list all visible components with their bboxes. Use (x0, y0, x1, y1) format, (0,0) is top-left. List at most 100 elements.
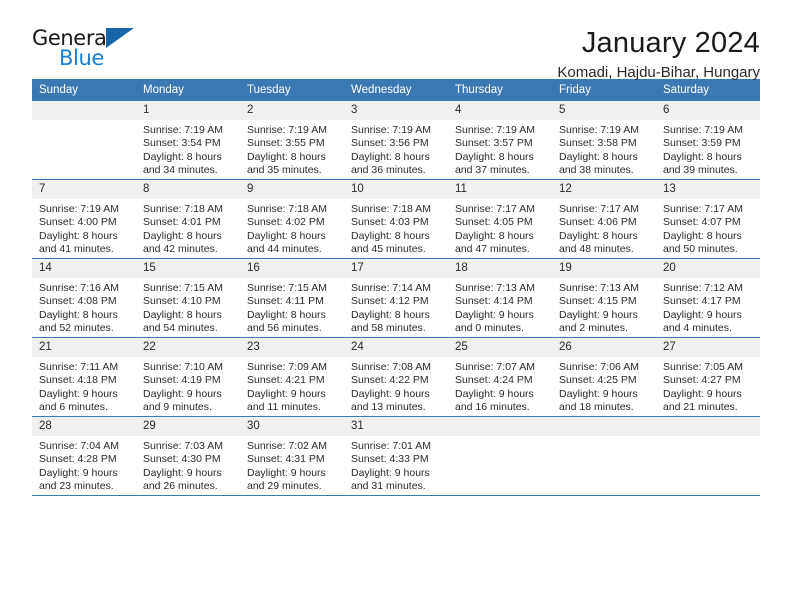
day-number: 18 (448, 259, 552, 278)
calendar-day-cell[interactable]: 17 Sunrise: 7:14 AM Sunset: 4:12 PM Dayligh… (344, 258, 448, 338)
day-details: Sunrise: 7:09 AM Sunset: 4:21 PM Daylight:… (240, 357, 344, 415)
sunset-text: Sunset: 4:18 PM (39, 374, 117, 387)
day-details: Sunrise: 7:19 AM Sunset: 3:57 PM Daylight:… (448, 120, 552, 178)
calendar-day-cell[interactable] (656, 416, 760, 496)
daylight-text-line1: Daylight: 8 hours (143, 308, 222, 321)
calendar-day-cell[interactable]: 24 Sunrise: 7:08 AM Sunset: 4:22 PM Dayligh… (344, 337, 448, 417)
sunset-text: Sunset: 4:00 PM (39, 216, 117, 229)
daylight-text-line2: and 35 minutes. (247, 164, 322, 177)
day-details: Sunrise: 7:08 AM Sunset: 4:22 PM Daylight:… (344, 357, 448, 415)
day-number: 22 (136, 338, 240, 357)
day-details: Sunrise: 7:15 AM Sunset: 4:10 PM Daylight:… (136, 278, 240, 336)
daylight-text-line2: and 26 minutes. (143, 480, 218, 493)
sunrise-text: Sunrise: 7:01 AM (351, 440, 431, 452)
sunrise-text: Sunrise: 7:14 AM (351, 282, 431, 294)
calendar-day-cell[interactable]: 2 Sunrise: 7:19 AM Sunset: 3:55 PM Daylight… (240, 101, 344, 180)
sunrise-text: Sunrise: 7:18 AM (143, 203, 223, 215)
daylight-text-line1: Daylight: 9 hours (559, 308, 638, 321)
day-details: Sunrise: 7:17 AM Sunset: 4:07 PM Daylight:… (656, 199, 760, 257)
calendar-day-cell[interactable]: 5 Sunrise: 7:19 AM Sunset: 3:58 PM Daylight… (552, 101, 656, 180)
calendar-day-cell[interactable] (552, 416, 656, 496)
day-details: Sunrise: 7:10 AM Sunset: 4:19 PM Daylight:… (136, 357, 240, 415)
day-number: 27 (656, 338, 760, 357)
daylight-text-line2: and 11 minutes. (247, 401, 321, 414)
calendar-day-cell[interactable]: 27 Sunrise: 7:05 AM Sunset: 4:27 PM Dayligh… (656, 337, 760, 417)
daylight-text-line1: Daylight: 8 hours (39, 229, 118, 242)
daylight-text-line1: Daylight: 9 hours (663, 387, 742, 400)
daylight-text-line1: Daylight: 8 hours (39, 308, 118, 321)
calendar-day-cell[interactable]: 26 Sunrise: 7:06 AM Sunset: 4:25 PM Dayligh… (552, 337, 656, 417)
sunrise-text: Sunrise: 7:19 AM (455, 124, 535, 136)
general-blue-logo[interactable]: General Blue (32, 26, 152, 72)
calendar-day-cell[interactable]: 21 Sunrise: 7:11 AM Sunset: 4:18 PM Dayligh… (32, 337, 136, 417)
calendar-day-cell[interactable]: 8 Sunrise: 7:18 AM Sunset: 4:01 PM Daylight… (136, 179, 240, 259)
sunset-text: Sunset: 4:15 PM (559, 295, 637, 308)
calendar-day-cell[interactable]: 15 Sunrise: 7:15 AM Sunset: 4:10 PM Dayligh… (136, 258, 240, 338)
calendar-day-cell[interactable]: 7 Sunrise: 7:19 AM Sunset: 4:00 PM Daylight… (32, 179, 136, 259)
day-number: 5 (552, 101, 656, 120)
weekday-header-sunday: Sunday (32, 79, 136, 101)
page-title: January 2024 (581, 27, 760, 59)
day-number: 28 (32, 417, 136, 436)
calendar-day-cell[interactable]: 20 Sunrise: 7:12 AM Sunset: 4:17 PM Dayligh… (656, 258, 760, 338)
daylight-text-line2: and 37 minutes. (455, 164, 530, 177)
day-number: 1 (136, 101, 240, 120)
sunrise-text: Sunrise: 7:04 AM (39, 440, 119, 452)
calendar-day-cell[interactable]: 10 Sunrise: 7:18 AM Sunset: 4:03 PM Dayligh… (344, 179, 448, 259)
sunset-text: Sunset: 3:55 PM (247, 137, 325, 150)
sunrise-text: Sunrise: 7:13 AM (559, 282, 639, 294)
calendar-day-cell[interactable]: 31 Sunrise: 7:01 AM Sunset: 4:33 PM Dayligh… (344, 416, 448, 496)
day-details: Sunrise: 7:13 AM Sunset: 4:14 PM Daylight:… (448, 278, 552, 336)
daylight-text-line1: Daylight: 8 hours (351, 150, 430, 163)
daylight-text-line2: and 0 minutes. (455, 322, 524, 335)
calendar-week-row: 21 Sunrise: 7:11 AM Sunset: 4:18 PM Dayligh… (32, 337, 760, 417)
calendar-day-cell[interactable]: 11 Sunrise: 7:17 AM Sunset: 4:05 PM Dayligh… (448, 179, 552, 259)
calendar-day-cell[interactable]: 12 Sunrise: 7:17 AM Sunset: 4:06 PM Dayligh… (552, 179, 656, 259)
day-number: 3 (344, 101, 448, 120)
day-number: 23 (240, 338, 344, 357)
sunset-text: Sunset: 3:58 PM (559, 137, 637, 150)
calendar-day-cell[interactable]: 22 Sunrise: 7:10 AM Sunset: 4:19 PM Dayligh… (136, 337, 240, 417)
calendar-day-cell[interactable]: 9 Sunrise: 7:18 AM Sunset: 4:02 PM Daylight… (240, 179, 344, 259)
day-details: Sunrise: 7:01 AM Sunset: 4:33 PM Daylight:… (344, 436, 448, 494)
calendar-day-cell[interactable] (448, 416, 552, 496)
calendar-day-cell[interactable]: 14 Sunrise: 7:16 AM Sunset: 4:08 PM Dayligh… (32, 258, 136, 338)
sunset-text: Sunset: 4:19 PM (143, 374, 221, 387)
day-details: Sunrise: 7:07 AM Sunset: 4:24 PM Daylight:… (448, 357, 552, 415)
calendar-day-cell[interactable]: 28 Sunrise: 7:04 AM Sunset: 4:28 PM Dayligh… (32, 416, 136, 496)
day-details: Sunrise: 7:05 AM Sunset: 4:27 PM Daylight:… (656, 357, 760, 415)
calendar-day-cell[interactable]: 3 Sunrise: 7:19 AM Sunset: 3:56 PM Daylight… (344, 101, 448, 180)
daylight-text-line1: Daylight: 8 hours (351, 308, 430, 321)
sunset-text: Sunset: 4:08 PM (39, 295, 117, 308)
sunset-text: Sunset: 4:06 PM (559, 216, 637, 229)
day-details: Sunrise: 7:19 AM Sunset: 3:55 PM Daylight:… (240, 120, 344, 178)
calendar-day-cell[interactable]: 25 Sunrise: 7:07 AM Sunset: 4:24 PM Dayligh… (448, 337, 552, 417)
calendar-day-cell[interactable]: 19 Sunrise: 7:13 AM Sunset: 4:15 PM Dayligh… (552, 258, 656, 338)
day-details: Sunrise: 7:18 AM Sunset: 4:03 PM Daylight:… (344, 199, 448, 257)
daylight-text-line1: Daylight: 8 hours (455, 150, 534, 163)
day-number: 20 (656, 259, 760, 278)
day-details: Sunrise: 7:18 AM Sunset: 4:01 PM Daylight:… (136, 199, 240, 257)
calendar-day-cell[interactable]: 1 Sunrise: 7:19 AM Sunset: 3:54 PM Daylight… (136, 101, 240, 180)
sunrise-text: Sunrise: 7:19 AM (351, 124, 431, 136)
calendar-day-cell[interactable] (32, 101, 136, 180)
sunrise-text: Sunrise: 7:12 AM (663, 282, 743, 294)
calendar-day-cell[interactable]: 13 Sunrise: 7:17 AM Sunset: 4:07 PM Dayligh… (656, 179, 760, 259)
daylight-text-line1: Daylight: 8 hours (247, 150, 326, 163)
calendar-day-cell[interactable]: 18 Sunrise: 7:13 AM Sunset: 4:14 PM Dayligh… (448, 258, 552, 338)
day-number: 21 (32, 338, 136, 357)
sunset-text: Sunset: 4:11 PM (247, 295, 324, 308)
calendar-day-cell[interactable]: 30 Sunrise: 7:02 AM Sunset: 4:31 PM Dayligh… (240, 416, 344, 496)
calendar-day-cell[interactable]: 4 Sunrise: 7:19 AM Sunset: 3:57 PM Daylight… (448, 101, 552, 180)
calendar-day-cell[interactable]: 23 Sunrise: 7:09 AM Sunset: 4:21 PM Dayligh… (240, 337, 344, 417)
sunset-text: Sunset: 4:27 PM (663, 374, 741, 387)
day-number: 14 (32, 259, 136, 278)
calendar-day-cell[interactable]: 29 Sunrise: 7:03 AM Sunset: 4:30 PM Dayligh… (136, 416, 240, 496)
daylight-text-line2: and 44 minutes. (247, 243, 322, 256)
calendar-day-cell[interactable]: 6 Sunrise: 7:19 AM Sunset: 3:59 PM Daylight… (656, 101, 760, 180)
sunrise-text: Sunrise: 7:16 AM (39, 282, 119, 294)
daylight-text-line1: Daylight: 9 hours (247, 387, 326, 400)
calendar-day-cell[interactable]: 16 Sunrise: 7:15 AM Sunset: 4:11 PM Dayligh… (240, 258, 344, 338)
daylight-text-line1: Daylight: 9 hours (351, 466, 430, 479)
sunset-text: Sunset: 4:10 PM (143, 295, 221, 308)
